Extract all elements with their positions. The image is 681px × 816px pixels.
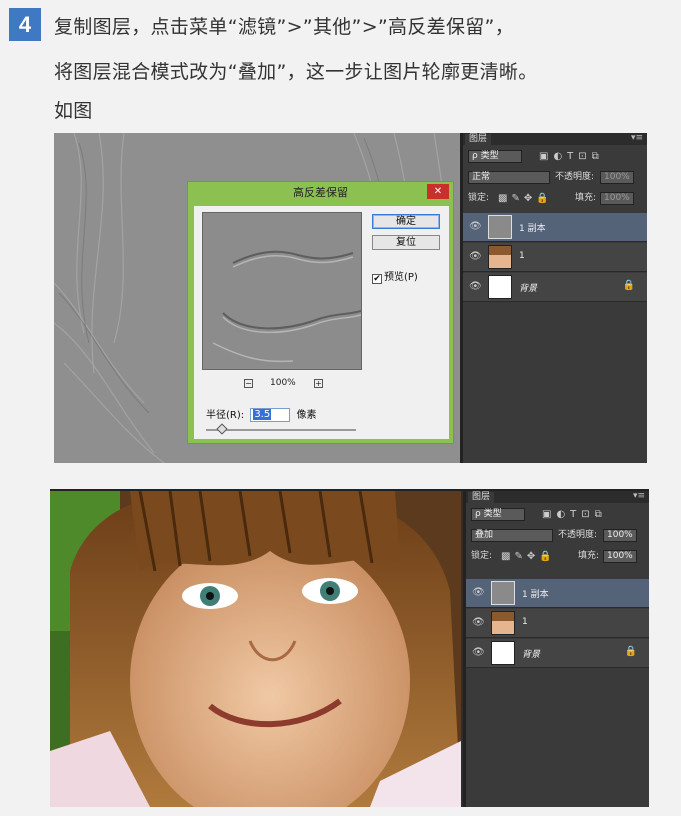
girl-photo [50,491,461,807]
layer-name: 背景 [519,284,538,294]
radius-slider[interactable] [206,429,356,431]
eye-icon[interactable]: 👁 [472,647,485,658]
blend-mode-select[interactable]: 正常 [468,171,550,184]
filter-select[interactable]: ρ 类型 [468,150,522,163]
instruction-line-2: 将图层混合模式改为“叠加”，这一步让图片轮廓更清晰。 [54,61,538,83]
step-number-badge: 4 [9,8,41,41]
zoom-in-button[interactable]: + [314,379,323,388]
eye-icon[interactable]: 👁 [469,281,482,292]
panel-empty-area [463,303,647,463]
fill-input[interactable]: 100% [600,192,634,205]
lock-label: 锁定: [468,193,490,203]
panel-menu-icon[interactable]: ▾≡ [631,133,643,143]
dialog-body: − 100% + 确定 复位 ✔ 预览(P) 半径(R): 3.5 像素 [194,206,449,439]
ok-button[interactable]: 确定 [372,214,440,229]
screenshot-overlay-result: 图层 ▾≡ ρ 类型 ▣◐T⊡⧉ 叠加 不透明度: 100% 锁定: ▩✎✥🔒 … [50,489,649,807]
layer-thumbnail [488,275,512,299]
layer-thumbnail [491,611,515,635]
preview-label: 预览(P) [384,272,418,283]
layer-thumbnail [488,245,512,269]
filter-select[interactable]: ρ 类型 [471,508,525,521]
radius-label: 半径(R): [206,410,245,421]
lock-icon: 🔒 [624,646,637,657]
radius-value: 3.5 [253,409,272,420]
dialog-title: 高反差保留 [293,186,348,199]
zoom-level: 100% [270,378,296,388]
radius-input[interactable]: 3.5 [250,408,291,422]
filter-icons[interactable]: ▣◐T⊡⧉ [542,508,607,521]
panel-menu-icon[interactable]: ▾≡ [633,491,645,501]
zoom-controls: − 100% + [244,378,324,390]
tutorial-page: 4 复制图层，点击菜单“滤镜”>”其他”>”高反差保留”， 将图层混合模式改为“… [0,0,681,816]
lock-icons[interactable]: ▩✎✥🔒 [501,550,556,563]
layer-name: 1 副本 [519,224,546,234]
fill-input[interactable]: 100% [603,550,637,563]
eye-icon[interactable]: 👁 [469,221,482,232]
layers-panel-1: 图层 ▾≡ ρ 类型 ▣◐T⊡⧉ 正常 不透明度: 100% 锁定: ▩✎✥🔒 … [460,133,647,463]
opacity-label: 不透明度: [558,530,598,540]
radius-unit: 像素 [296,410,317,421]
filter-icons[interactable]: ▣◐T⊡⧉ [539,150,604,163]
high-pass-dialog: 高反差保留 ✕ − 100% + 确定 复位 ✔ 预览(P) 半径(R): 3.… [187,181,454,444]
opacity-label: 不透明度: [555,172,595,182]
layer-row[interactable]: 👁 1 [466,609,649,638]
opacity-input[interactable]: 100% [600,171,634,184]
layers-tab[interactable]: 图层 [468,492,495,503]
screenshot-high-pass: 高反差保留 ✕ − 100% + 确定 复位 ✔ 预览(P) 半径(R): 3.… [54,133,647,463]
lock-icon: 🔒 [622,280,635,291]
layer-row[interactable]: 👁 1 副本 [463,213,647,242]
eye-icon[interactable]: 👁 [472,617,485,628]
layer-row[interactable]: 👁 背景 🔒 [463,273,647,302]
lock-label: 锁定: [471,551,493,561]
layer-thumbnail [488,215,512,239]
layer-name: 1 [519,251,525,261]
layer-thumbnail [491,581,515,605]
layer-name: 1 [522,617,528,627]
blend-mode-select[interactable]: 叠加 [471,529,553,542]
filter-preview[interactable] [202,212,362,370]
layer-name: 背景 [522,650,541,660]
layer-name: 1 副本 [522,590,549,600]
layer-row[interactable]: 👁 1 [463,243,647,272]
preview-checkbox[interactable]: ✔ 预览(P) [372,268,418,284]
lock-icons[interactable]: ▩✎✥🔒 [498,192,553,205]
eye-icon[interactable]: 👁 [469,251,482,262]
opacity-input[interactable]: 100% [603,529,637,542]
radius-slider-handle[interactable] [216,423,228,435]
radius-row: 半径(R): 3.5 像素 [206,406,317,422]
instruction-line-3: 如图 [54,100,93,122]
layer-row[interactable]: 👁 1 副本 [466,579,649,608]
fill-label: 填充: [575,193,597,203]
fill-label: 填充: [578,551,600,561]
close-icon[interactable]: ✕ [427,184,449,199]
layer-row[interactable]: 👁 背景 🔒 [466,639,649,668]
check-icon: ✔ [372,274,382,284]
zoom-out-button[interactable]: − [244,379,253,388]
layers-tab[interactable]: 图层 [465,134,492,145]
layer-thumbnail [491,641,515,665]
layers-panel-2: 图层 ▾≡ ρ 类型 ▣◐T⊡⧉ 叠加 不透明度: 100% 锁定: ▩✎✥🔒 … [463,491,649,807]
reset-button[interactable]: 复位 [372,235,440,250]
eye-icon[interactable]: 👁 [472,587,485,598]
instruction-line-1: 复制图层，点击菜单“滤镜”>”其他”>”高反差保留”， [54,16,515,38]
